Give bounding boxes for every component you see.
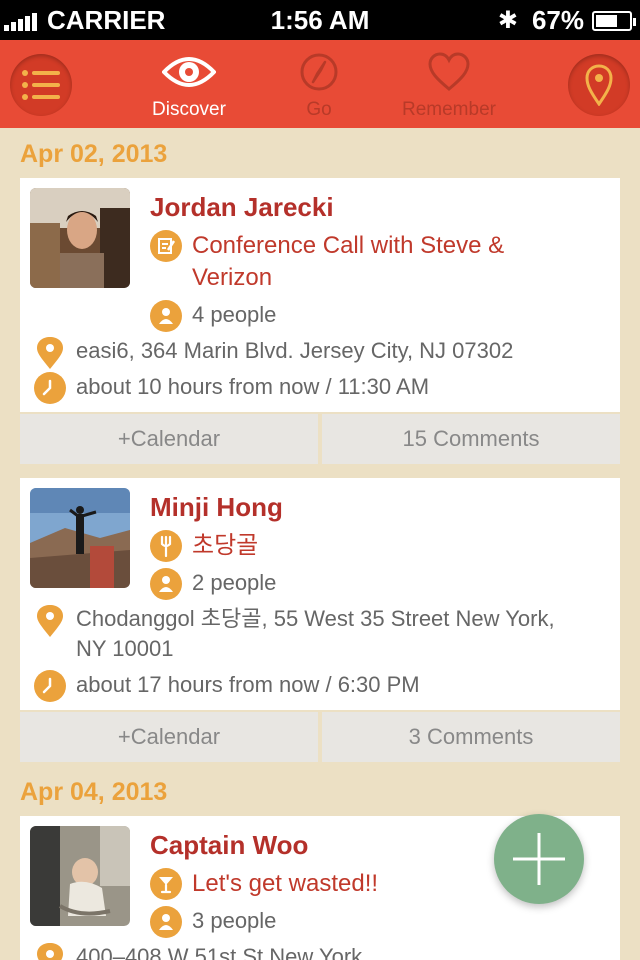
list-icon: [22, 70, 60, 100]
comments-button[interactable]: 15 Comments: [322, 414, 620, 464]
organizer-name[interactable]: Minji Hong: [150, 492, 283, 523]
battery-percent: 67%: [531, 5, 584, 35]
tab-remember-label: Remember: [402, 99, 496, 120]
location-pin-icon: [37, 605, 63, 637]
organizer-name[interactable]: Jordan Jarecki: [150, 192, 334, 223]
notepad-icon: [150, 230, 182, 262]
event-card[interactable]: Minji Hong 초당골 2 people Chodanggol 초당골, …: [20, 478, 620, 710]
date-header: Apr 02, 2013: [20, 140, 168, 168]
time-text: about 17 hours from now / 6:30 PM: [76, 672, 420, 697]
event-title: 초당골: [192, 532, 259, 559]
people-row[interactable]: 3 people: [150, 906, 276, 938]
time-row: about 17 hours from now / 6:30 PM: [34, 670, 420, 702]
compass-icon: [300, 53, 338, 91]
plus-icon: [513, 833, 565, 885]
clock-icon: [34, 372, 66, 404]
menu-button[interactable]: [10, 54, 72, 116]
event-title-row[interactable]: Conference Call with Steve & Verizon: [150, 230, 504, 294]
tab-remember[interactable]: Remember: [384, 52, 514, 121]
location-row[interactable]: easi6, 364 Marin Blvd. Jersey City, NJ 0…: [34, 336, 513, 370]
battery-icon: [592, 10, 636, 31]
tab-discover[interactable]: Discover: [124, 52, 254, 121]
event-title: Let's get wasted!!: [192, 870, 379, 897]
comments-button[interactable]: 3 Comments: [322, 712, 620, 762]
time-row: about 10 hours from now / 11:30 AM: [34, 372, 429, 404]
people-row[interactable]: 4 people: [150, 300, 276, 332]
avatar[interactable]: [30, 826, 130, 926]
avatar[interactable]: [30, 188, 130, 288]
status-bar: CARRIER 1:56 AM ✱ 67%: [0, 0, 640, 40]
tab-discover-label: Discover: [152, 99, 226, 120]
people-count: 4 people: [192, 302, 277, 327]
person-icon: [150, 906, 182, 938]
location-text: Chodanggol 초당골, 55 West 35 Street New Yo…: [76, 606, 555, 661]
event-title: Conference Call with Steve & Verizon: [192, 232, 505, 291]
add-calendar-button[interactable]: +Calendar: [20, 414, 318, 464]
location-row[interactable]: Chodanggol 초당골, 55 West 35 Street New Yo…: [34, 604, 555, 664]
location-row[interactable]: 400–408 W 51st St New York: [34, 942, 362, 960]
eye-icon: [161, 57, 217, 87]
location-pin-icon: [37, 943, 63, 960]
avatar[interactable]: [30, 488, 130, 588]
person-icon: [150, 300, 182, 332]
nav-bar: Discover Go Remember: [0, 40, 640, 128]
people-count: 2 people: [192, 570, 277, 595]
organizer-name[interactable]: Captain Woo: [150, 830, 308, 861]
clock-icon: [34, 670, 66, 702]
add-calendar-button[interactable]: +Calendar: [20, 712, 318, 762]
add-event-button[interactable]: [494, 814, 584, 904]
status-right: ✱ 67%: [497, 5, 636, 36]
fork-icon: [150, 530, 182, 562]
map-button[interactable]: [568, 54, 630, 116]
location-pin-icon: [37, 337, 63, 369]
event-title-row[interactable]: Let's get wasted!!: [150, 868, 378, 900]
tab-go[interactable]: Go: [254, 52, 384, 121]
map-pin-icon: [585, 64, 613, 106]
people-row[interactable]: 2 people: [150, 568, 276, 600]
cocktail-icon: [150, 868, 182, 900]
person-icon: [150, 568, 182, 600]
bluetooth-icon: ✱: [497, 7, 518, 34]
event-title-row[interactable]: 초당골: [150, 530, 258, 562]
location-text: 400–408 W 51st St New York: [76, 944, 363, 960]
tab-go-label: Go: [306, 99, 332, 120]
location-text: easi6, 364 Marin Blvd. Jersey City, NJ 0…: [76, 338, 514, 363]
heart-icon: [428, 52, 470, 91]
people-count: 3 people: [192, 908, 277, 933]
time-text: about 10 hours from now / 11:30 AM: [76, 374, 430, 399]
event-card[interactable]: Jordan Jarecki Conference Call with Stev…: [20, 178, 620, 412]
date-header: Apr 04, 2013: [20, 778, 168, 806]
